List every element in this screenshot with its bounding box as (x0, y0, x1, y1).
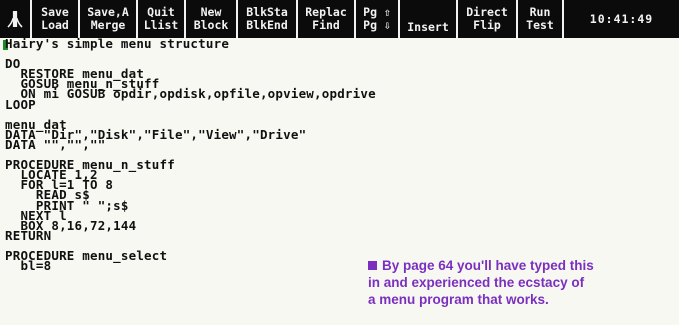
menu-find-label: Find (312, 18, 340, 32)
screenshot: Save Load Save,A Merge Quit Llist New Bl… (0, 0, 679, 325)
menu-test-label: Test (526, 18, 554, 32)
source-code[interactable]: Hairy's simple menu structure DO RESTORE … (5, 37, 376, 272)
code-line[interactable]: PROCEDURE menu_select (5, 249, 376, 262)
menu-blkend-label: BlkEnd (246, 18, 288, 32)
menu-llist-label: Llist (143, 18, 179, 32)
menu-page-down-label: Pg ⇩ (363, 18, 391, 32)
menu-insert[interactable]: Insert (400, 0, 458, 38)
menu-block-label: Block (193, 18, 229, 32)
menu-new-block[interactable]: New Block (186, 0, 238, 38)
code-line[interactable]: LOOP (5, 98, 376, 111)
caption-text-1: By page 64 you'll have typed this (382, 258, 594, 273)
menu-replace-find[interactable]: Replac Find (298, 0, 356, 38)
menu-save-a-merge[interactable]: Save,A Merge (80, 0, 138, 38)
menu-run-test[interactable]: Run Test (518, 0, 564, 38)
atari-fuji-logo-icon-svg (7, 11, 23, 28)
menu-load-label: Load (41, 18, 69, 32)
caption-line-2: in and experienced the ecstacy of (368, 275, 585, 290)
atari-fuji-logo-icon (0, 0, 32, 38)
caption-line-3: a menu program that works. (368, 292, 549, 307)
menu-save-load[interactable]: Save Load (32, 0, 80, 38)
caption-line-1: By page 64 you'll have typed this (368, 257, 668, 274)
menu-bar: Save Load Save,A Merge Quit Llist New Bl… (0, 0, 679, 38)
menu-direct-flip[interactable]: Direct Flip (458, 0, 518, 38)
menu-blksta-blkend[interactable]: BlkSta BlkEnd (238, 0, 298, 38)
caption-bullet-icon (368, 261, 377, 270)
menu-page-up-down[interactable]: Pg ⇧ Pg ⇩ (356, 0, 400, 38)
code-line[interactable]: Hairy's simple menu structure (5, 37, 376, 50)
menu-flip-label: Flip (473, 18, 501, 32)
code-line[interactable]: ON mi GOSUB opdir,opdisk,opfile,opview,o… (5, 88, 376, 101)
menu-insert-label: Insert (407, 20, 449, 34)
code-line[interactable]: BOX 8,16,72,144 (5, 219, 376, 232)
menu-quit-llist[interactable]: Quit Llist (138, 0, 186, 38)
clock-display: 10:41:49 (589, 11, 654, 26)
magazine-caption: By page 64 you'll have typed this in and… (368, 257, 668, 308)
menu-merge-label: Merge (90, 18, 126, 32)
